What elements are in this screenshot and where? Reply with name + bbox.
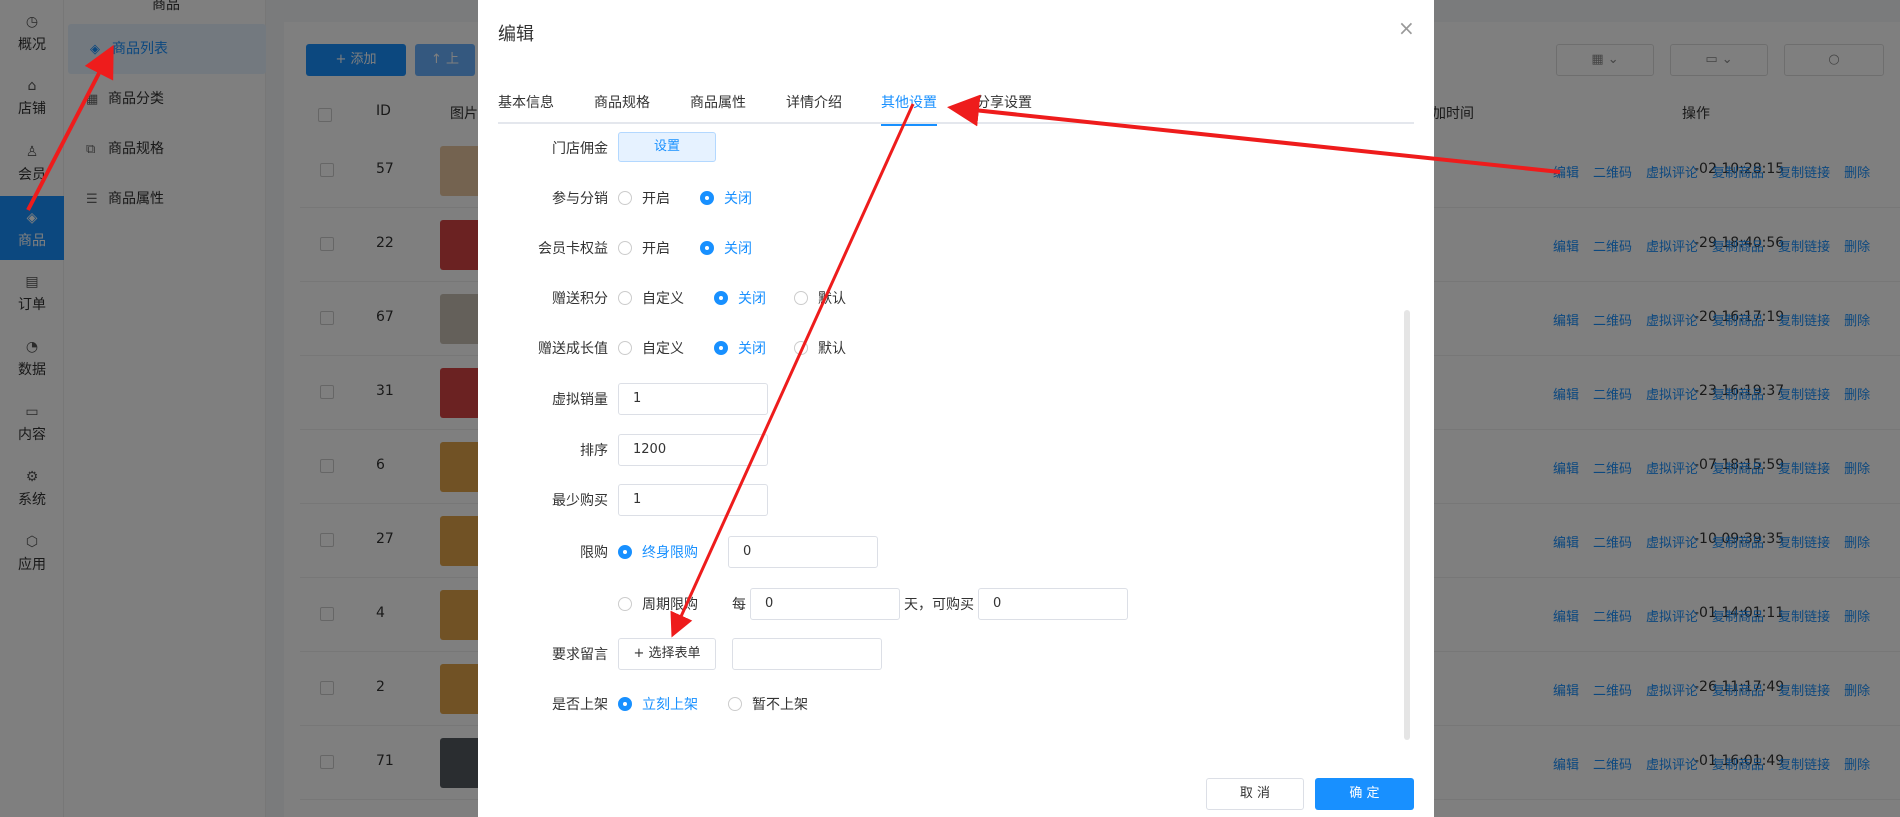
radio-dot: [618, 241, 632, 255]
edit-dialog: 编辑 × 基本信息 商品规格 商品属性 详情介绍 其他设置 分享设置 门店佣金 …: [478, 0, 1434, 817]
close-icon[interactable]: ×: [1398, 18, 1415, 38]
min-buy-input[interactable]: 1: [618, 484, 768, 516]
on-shelf-label: 是否上架: [552, 697, 608, 713]
radio-label: 周期限购: [642, 597, 698, 613]
points-label: 赠送积分: [552, 291, 608, 307]
dialog-title: 编辑: [498, 24, 534, 45]
dialog-scrollbar[interactable]: [1404, 310, 1410, 740]
radio-label: 开启: [642, 241, 670, 257]
radio-dot: [618, 597, 632, 611]
days-can-buy-text: 天，可购买: [904, 597, 974, 613]
tab-basic-info[interactable]: 基本信息: [498, 94, 554, 124]
radio-label: 关闭: [724, 191, 752, 207]
tab-details[interactable]: 详情介绍: [786, 94, 842, 124]
member-card-off-radio[interactable]: 关闭: [700, 238, 752, 258]
points-custom-radio[interactable]: 自定义: [618, 288, 684, 308]
radio-label: 关闭: [724, 241, 752, 257]
radio-label: 关闭: [738, 291, 766, 307]
min-buy-label: 最少购买: [552, 493, 608, 509]
radio-dot: [618, 291, 632, 305]
on-shelf-now-radio[interactable]: 立刻上架: [618, 694, 698, 714]
store-commission-label: 门店佣金: [552, 141, 608, 157]
sort-input[interactable]: 1200: [618, 434, 768, 466]
distribution-on-radio[interactable]: 开启: [618, 188, 670, 208]
tab-attributes[interactable]: 商品属性: [690, 94, 746, 124]
on-shelf-later-radio[interactable]: 暂不上架: [728, 694, 808, 714]
every-text: 每: [732, 597, 746, 613]
points-off-radio[interactable]: 关闭: [714, 288, 766, 308]
set-commission-button[interactable]: 设置: [618, 132, 716, 162]
message-form-input[interactable]: [732, 638, 882, 670]
radio-label: 立刻上架: [642, 697, 698, 713]
radio-label: 终身限购: [642, 545, 698, 561]
select-form-button[interactable]: + 选择表单: [618, 638, 716, 670]
radio-dot: [618, 545, 632, 559]
growth-custom-radio[interactable]: 自定义: [618, 338, 684, 358]
radio-label: 自定义: [642, 291, 684, 307]
radio-dot: [714, 341, 728, 355]
radio-label: 默认: [818, 341, 846, 357]
period-days-input[interactable]: 0: [750, 588, 900, 620]
dialog-tabs: 基本信息 商品规格 商品属性 详情介绍 其他设置 分享设置: [498, 94, 1414, 126]
radio-dot: [700, 191, 714, 205]
distribution-off-radio[interactable]: 关闭: [700, 188, 752, 208]
growth-label: 赠送成长值: [538, 341, 608, 357]
tab-other-settings[interactable]: 其他设置: [881, 94, 937, 126]
virtual-sales-label: 虚拟销量: [552, 392, 608, 408]
radio-label: 关闭: [738, 341, 766, 357]
tab-share-settings[interactable]: 分享设置: [976, 94, 1032, 124]
limit-label: 限购: [580, 545, 608, 561]
period-limit-radio[interactable]: 周期限购: [618, 594, 698, 614]
radio-label: 默认: [818, 291, 846, 307]
radio-dot: [794, 341, 808, 355]
radio-label: 暂不上架: [752, 697, 808, 713]
growth-default-radio[interactable]: 默认: [794, 338, 846, 358]
radio-dot: [714, 291, 728, 305]
lifetime-limit-input[interactable]: 0: [728, 536, 878, 568]
message-label: 要求留言: [552, 647, 608, 663]
growth-off-radio[interactable]: 关闭: [714, 338, 766, 358]
member-card-label: 会员卡权益: [538, 241, 608, 257]
points-default-radio[interactable]: 默认: [794, 288, 846, 308]
virtual-sales-input[interactable]: 1: [618, 383, 768, 415]
radio-label: 开启: [642, 191, 670, 207]
member-card-on-radio[interactable]: 开启: [618, 238, 670, 258]
tab-specs[interactable]: 商品规格: [594, 94, 650, 124]
radio-dot: [794, 291, 808, 305]
cancel-button[interactable]: 取 消: [1206, 778, 1304, 810]
distribution-label: 参与分销: [552, 191, 608, 207]
radio-dot: [618, 191, 632, 205]
radio-dot: [700, 241, 714, 255]
radio-dot: [728, 697, 742, 711]
radio-dot: [618, 697, 632, 711]
lifetime-limit-radio[interactable]: 终身限购: [618, 542, 698, 562]
period-qty-input[interactable]: 0: [978, 588, 1128, 620]
other-settings-form: 门店佣金 设置 参与分销 开启 关闭 会员卡权益 开启 关闭 赠送积分 自定义 …: [478, 124, 1434, 744]
confirm-button[interactable]: 确 定: [1315, 778, 1414, 810]
radio-label: 自定义: [642, 341, 684, 357]
radio-dot: [618, 341, 632, 355]
sort-label: 排序: [580, 443, 608, 459]
